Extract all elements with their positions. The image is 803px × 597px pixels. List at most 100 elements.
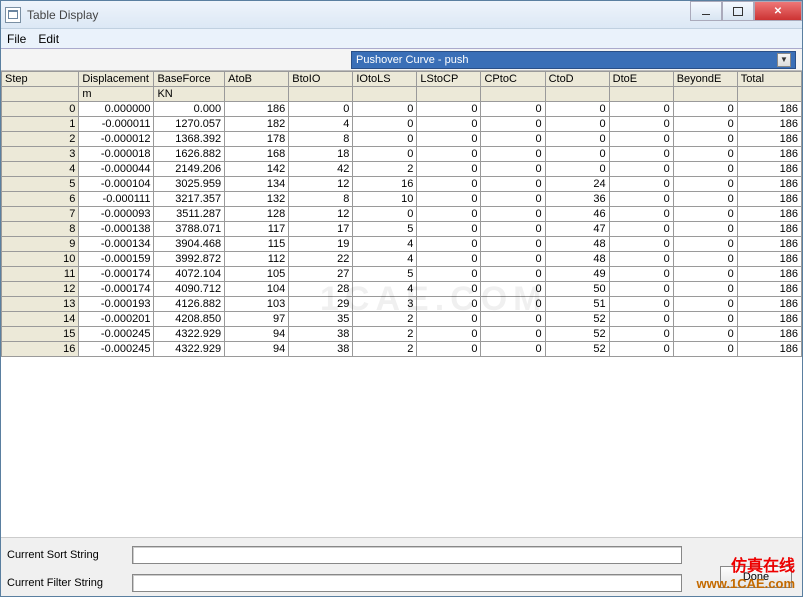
cell[interactable]: 0	[545, 147, 609, 162]
cell[interactable]: 4126.882	[154, 297, 225, 312]
cell[interactable]: 2	[353, 327, 417, 342]
cell[interactable]: 186	[737, 342, 801, 357]
cell[interactable]: 0.000000	[79, 102, 154, 117]
cell[interactable]: 27	[289, 267, 353, 282]
cell[interactable]: 0	[673, 192, 737, 207]
cell[interactable]: 115	[225, 237, 289, 252]
cell[interactable]: 7	[2, 207, 79, 222]
cell[interactable]: 4208.850	[154, 312, 225, 327]
cell[interactable]: 0	[673, 102, 737, 117]
cell[interactable]: -0.000044	[79, 162, 154, 177]
close-button[interactable]	[754, 1, 802, 21]
col-iotols[interactable]: IOtoLS	[353, 72, 417, 87]
cell[interactable]: 0	[609, 327, 673, 342]
cell[interactable]: 103	[225, 297, 289, 312]
cell[interactable]: 17	[289, 222, 353, 237]
cell[interactable]: 182	[225, 117, 289, 132]
cell[interactable]: -0.000245	[79, 342, 154, 357]
table-row[interactable]: 2-0.0000121368.3921788000000186	[2, 132, 802, 147]
cell[interactable]: 5	[353, 222, 417, 237]
cell[interactable]: 4	[289, 117, 353, 132]
cell[interactable]: 5	[353, 267, 417, 282]
cell[interactable]: 186	[737, 192, 801, 207]
cell[interactable]: 0	[417, 297, 481, 312]
cell[interactable]: 142	[225, 162, 289, 177]
cell[interactable]: 0	[545, 132, 609, 147]
cell[interactable]: 0	[481, 102, 545, 117]
cell[interactable]: 38	[289, 342, 353, 357]
cell[interactable]: 0	[673, 147, 737, 162]
cell[interactable]: -0.000201	[79, 312, 154, 327]
cell[interactable]: 29	[289, 297, 353, 312]
cell[interactable]: -0.000193	[79, 297, 154, 312]
cell[interactable]: 0	[673, 252, 737, 267]
cell[interactable]: 0	[545, 117, 609, 132]
cell[interactable]: 10	[353, 192, 417, 207]
cell[interactable]: 0	[417, 147, 481, 162]
cell[interactable]: 0	[417, 192, 481, 207]
cell[interactable]: 8	[2, 222, 79, 237]
maximize-button[interactable]	[722, 1, 754, 21]
cell[interactable]: 105	[225, 267, 289, 282]
cell[interactable]: 13	[2, 297, 79, 312]
cell[interactable]: 4322.929	[154, 342, 225, 357]
cell[interactable]: 0	[353, 132, 417, 147]
cell[interactable]: 186	[737, 327, 801, 342]
cell[interactable]: 178	[225, 132, 289, 147]
cell[interactable]: 0	[609, 342, 673, 357]
cell[interactable]: 0	[353, 117, 417, 132]
cell[interactable]: 186	[737, 162, 801, 177]
cell[interactable]: 0	[481, 327, 545, 342]
cell[interactable]: 3511.287	[154, 207, 225, 222]
cell[interactable]: 3788.071	[154, 222, 225, 237]
cell[interactable]: 0	[417, 282, 481, 297]
cell[interactable]: 0	[673, 282, 737, 297]
table-row[interactable]: 8-0.0001383788.071117175004700186	[2, 222, 802, 237]
cell[interactable]: 5	[2, 177, 79, 192]
cell[interactable]: 186	[737, 252, 801, 267]
cell[interactable]: 35	[289, 312, 353, 327]
cell[interactable]: 0	[609, 252, 673, 267]
cell[interactable]: 0	[417, 267, 481, 282]
cell[interactable]: 1	[2, 117, 79, 132]
cell[interactable]: 0	[481, 132, 545, 147]
cell[interactable]: -0.000104	[79, 177, 154, 192]
table-row[interactable]: 7-0.0000933511.287128120004600186	[2, 207, 802, 222]
sort-string-input[interactable]	[132, 546, 682, 564]
cell[interactable]: 0	[417, 312, 481, 327]
cell[interactable]: 0	[481, 177, 545, 192]
cell[interactable]: 3217.357	[154, 192, 225, 207]
cell[interactable]: 0	[673, 342, 737, 357]
cell[interactable]: 3992.872	[154, 252, 225, 267]
cell[interactable]: 0.000	[154, 102, 225, 117]
col-cptoc[interactable]: CPtoC	[481, 72, 545, 87]
data-grid[interactable]: StepDisplacementBaseForceAtoBBtoIOIOtoLS…	[1, 71, 802, 538]
cell[interactable]: -0.000093	[79, 207, 154, 222]
cell[interactable]: 38	[289, 327, 353, 342]
cell[interactable]: 49	[545, 267, 609, 282]
cell[interactable]: 47	[545, 222, 609, 237]
cell[interactable]: 0	[673, 327, 737, 342]
cell[interactable]: 0	[481, 297, 545, 312]
cell[interactable]: 186	[737, 177, 801, 192]
minimize-button[interactable]	[690, 1, 722, 21]
cell[interactable]: 0	[609, 207, 673, 222]
col-total[interactable]: Total	[737, 72, 801, 87]
col-ctod[interactable]: CtoD	[545, 72, 609, 87]
cell[interactable]: 0	[417, 237, 481, 252]
cell[interactable]: 22	[289, 252, 353, 267]
table-row[interactable]: 12-0.0001744090.712104284005000186	[2, 282, 802, 297]
cell[interactable]: 0	[545, 162, 609, 177]
table-row[interactable]: 6-0.0001113217.357132810003600186	[2, 192, 802, 207]
cell[interactable]: 0	[417, 132, 481, 147]
col-dtoe[interactable]: DtoE	[609, 72, 673, 87]
table-row[interactable]: 9-0.0001343904.468115194004800186	[2, 237, 802, 252]
cell[interactable]: 51	[545, 297, 609, 312]
cell[interactable]: 0	[417, 252, 481, 267]
cell[interactable]: 50	[545, 282, 609, 297]
cell[interactable]: 132	[225, 192, 289, 207]
curve-select[interactable]: Pushover Curve - push ▼	[351, 51, 796, 69]
cell[interactable]: 14	[2, 312, 79, 327]
col-beyonde[interactable]: BeyondE	[673, 72, 737, 87]
cell[interactable]: 0	[609, 177, 673, 192]
